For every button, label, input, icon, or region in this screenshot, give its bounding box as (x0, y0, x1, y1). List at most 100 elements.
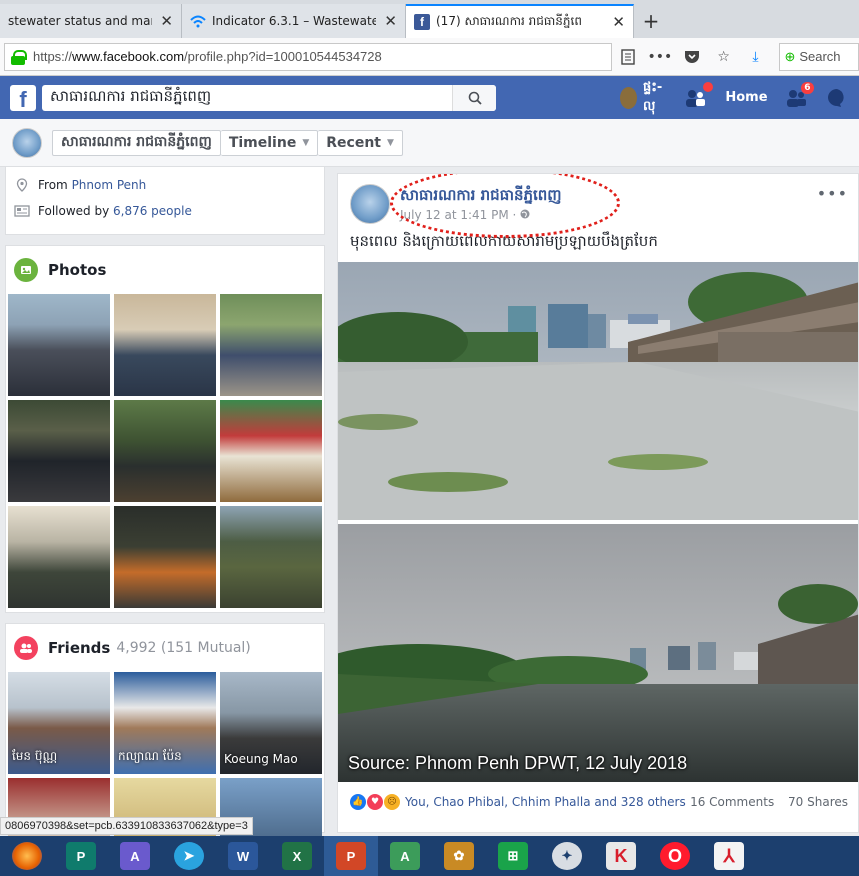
friend-tile[interactable]: កល្យាណ ប៉ែន (114, 672, 216, 774)
intro-card: From Phnom Penh Followed by 6,876 people (5, 167, 325, 235)
close-icon[interactable]: ✕ (160, 12, 173, 30)
wifi-icon (190, 13, 206, 29)
page-avatar[interactable] (12, 127, 42, 158)
messenger-button[interactable] (826, 88, 848, 108)
taskbar-firefox[interactable] (0, 836, 54, 876)
taskbar-app-3[interactable]: ✿ (432, 836, 486, 876)
recent-button[interactable]: Recent ▼ (318, 129, 403, 156)
taskbar-safari[interactable]: ✦ (540, 836, 594, 876)
facebook-icon: f (414, 14, 430, 30)
excel-icon: X (282, 842, 312, 870)
download-icon[interactable]: ⤓ (746, 47, 766, 67)
tab-facebook-profile[interactable]: f (17) សាធារណការ រាជធានីភ្នំពេ ✕ (406, 4, 634, 38)
search-value: សាធារណការ រាជធានីភ្នំពេញ (50, 86, 212, 105)
search-icon[interactable] (452, 84, 496, 111)
annotation-circle (390, 174, 620, 238)
notification-dot (703, 81, 714, 92)
post-text: មុនពេល និងក្រោយពេលកាយសារាមប្រឡាយបឹងត្របែ… (350, 232, 658, 250)
taskbar-telegram[interactable]: ➤ (162, 836, 216, 876)
telegram-icon: ➤ (174, 842, 204, 870)
facebook-search-input[interactable]: សាធារណការ រាជធានីភ្នំពេញ (42, 84, 496, 111)
timeline-button[interactable]: Timeline ▼ (220, 129, 319, 156)
from-label: From (38, 178, 68, 192)
taskbar-store[interactable]: ⊞ (486, 836, 540, 876)
engagement-counts: 16 Comments 70 Shares (690, 795, 848, 809)
recent-label: Recent (326, 134, 381, 151)
photo-grid (8, 294, 322, 608)
pocket-icon[interactable] (682, 47, 702, 67)
kaspersky-icon: K (606, 842, 636, 870)
shares-count[interactable]: 70 Shares (788, 795, 848, 809)
close-icon[interactable]: ✕ (612, 13, 625, 31)
opera-icon: O (660, 842, 690, 870)
photo-thumbnail[interactable] (220, 400, 322, 502)
post-photo-after[interactable]: Source: Phnom Penh DPWT, 12 July 2018 (338, 524, 858, 782)
photo-thumbnail[interactable] (8, 294, 110, 396)
followed-label: Followed by (38, 204, 110, 218)
url-field[interactable]: https://www.facebook.com/profile.php?id=… (4, 42, 612, 71)
caret-down-icon: ▼ (302, 137, 310, 148)
powerpoint-icon: P (336, 842, 366, 870)
app-icon: A (390, 842, 420, 870)
taskbar-powerpoint[interactable]: P (324, 836, 378, 876)
page-actions-icon[interactable]: ••• (647, 47, 672, 67)
comments-count[interactable]: 16 Comments (690, 795, 774, 809)
acrobat-icon: ⅄ (714, 842, 744, 870)
page-name-button[interactable]: សាធារណការ រាជធានីភ្នំពេញ (52, 129, 221, 156)
photo-thumbnail[interactable] (8, 506, 110, 608)
friend-tile[interactable]: មែន ប៊ុណ្ណ (8, 672, 110, 774)
like-icon: 👍 (350, 794, 366, 810)
profile-link[interactable]: ផ្ទះ-លុ (620, 79, 667, 117)
taskbar-acrobat[interactable]: ⅄ (702, 836, 756, 876)
friend-requests-button[interactable]: 6 (786, 81, 814, 108)
tab-indicator-631[interactable]: Indicator 6.3.1 – Wastewater tre ✕ (182, 4, 406, 38)
left-column: From Phnom Penh Followed by 6,876 people… (5, 167, 325, 876)
taskbar-app[interactable]: A (108, 836, 162, 876)
tab-wastewater-status[interactable]: stewater status and manage ✕ (0, 4, 182, 38)
friends-count: 4,992 (151 Mutual) (116, 640, 251, 656)
more-options-icon[interactable]: ••• (817, 184, 848, 203)
taskbar-word[interactable]: W (216, 836, 270, 876)
reactions-summary[interactable]: You, Chao Phibal, Chhim Phalla and 328 o… (405, 795, 686, 809)
compass-icon: ✦ (552, 842, 582, 870)
photos-icon (14, 258, 38, 282)
followers-link[interactable]: 6,876 people (113, 204, 192, 218)
close-icon[interactable]: ✕ (384, 12, 397, 30)
taskbar-excel[interactable]: X (270, 836, 324, 876)
photo-thumbnail[interactable] (220, 506, 322, 608)
taskbar-opera[interactable]: O (648, 836, 702, 876)
followers-icon (14, 203, 30, 219)
url-host: www.facebook.com (72, 49, 185, 64)
bookmark-star-icon[interactable]: ☆ (714, 47, 734, 67)
word-icon: W (228, 842, 258, 870)
taskbar-kaspersky[interactable]: K (594, 836, 648, 876)
tab-label: Indicator 6.3.1 – Wastewater tre (212, 14, 376, 28)
avatar (620, 86, 637, 109)
browser-search-field[interactable]: ⊕ Search (779, 42, 859, 71)
taskbar-app-2[interactable]: A (378, 836, 432, 876)
from-place-link[interactable]: Phnom Penh (72, 178, 147, 192)
facebook-logo-icon[interactable]: f (10, 84, 36, 111)
windows-taskbar: P A ➤ W X P A ✿ ⊞ ✦ K O ⅄ (0, 836, 859, 876)
friends-header[interactable]: Friends 4,992 (151 Mutual) (6, 624, 324, 672)
photos-card: Photos (5, 245, 325, 613)
new-tab-button[interactable]: + (634, 4, 668, 38)
intro-from: From Phnom Penh (14, 177, 316, 193)
photo-thumbnail[interactable] (114, 506, 216, 608)
friend-tile[interactable]: Koeung Mao (220, 672, 322, 774)
photo-thumbnail[interactable] (220, 294, 322, 396)
find-friends-button[interactable] (685, 81, 714, 108)
friend-name: មែន ប៊ុណ្ណ (12, 749, 58, 763)
photo-thumbnail[interactable] (8, 400, 110, 502)
friends-icon (14, 636, 38, 660)
post-author-avatar[interactable] (350, 184, 390, 224)
photos-header[interactable]: Photos (6, 246, 324, 294)
photo-thumbnail[interactable] (114, 294, 216, 396)
post-photo-before[interactable] (338, 262, 858, 520)
taskbar-publisher[interactable]: P (54, 836, 108, 876)
photo-thumbnail[interactable] (114, 400, 216, 502)
messenger-icon (826, 88, 848, 108)
home-link[interactable]: Home (725, 90, 767, 105)
app-icon: ✿ (444, 842, 474, 870)
reader-view-icon[interactable] (618, 47, 638, 67)
